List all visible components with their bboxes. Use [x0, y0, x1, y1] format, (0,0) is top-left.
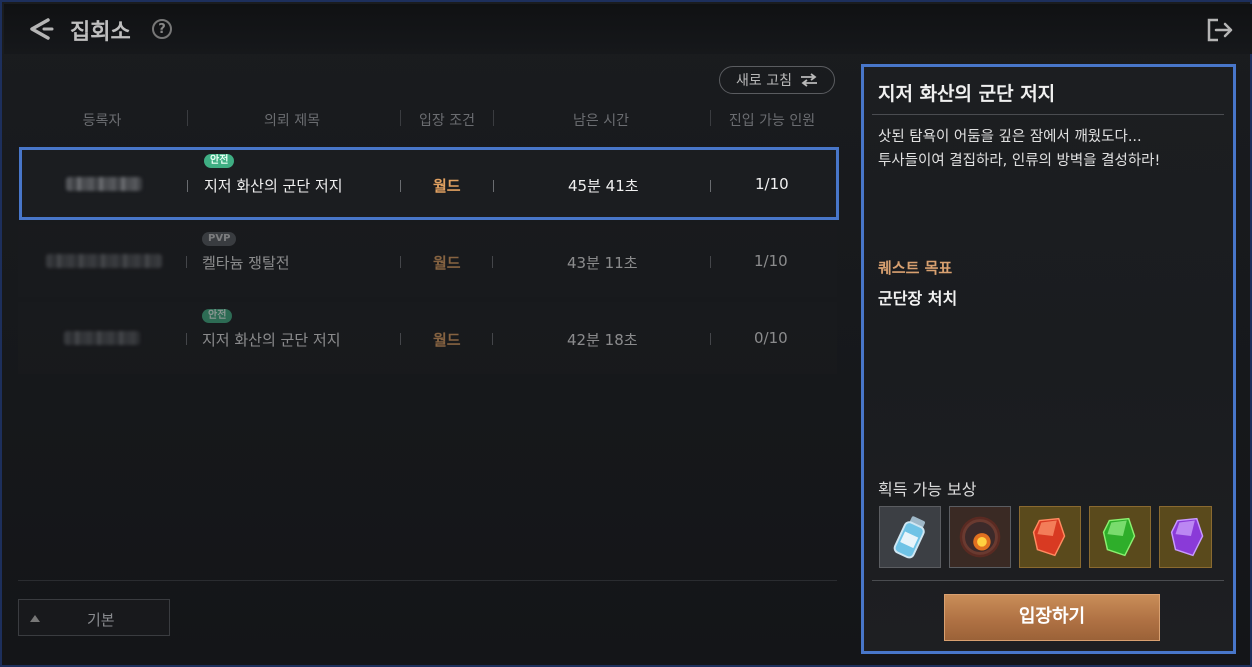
fire-orb-icon[interactable] — [949, 506, 1011, 568]
detail-divider — [872, 114, 1224, 115]
quest-detail-panel: 지저 화산의 군단 저지 삿된 탐욕이 어둠을 깊은 잠에서 깨웠도다... 투… — [861, 64, 1236, 654]
column-header-title: 의뢰 제목 — [264, 113, 320, 129]
row-condition: 월드 — [433, 331, 461, 349]
cell-divider — [492, 333, 493, 345]
safe-badge: 안전 — [204, 154, 235, 168]
detail-description-line: 투사들이여 결집하라, 인류의 방벽을 결성하라! — [878, 153, 1161, 169]
column-header-capacity: 진입 가능 인원 — [728, 113, 816, 129]
potion-vial-icon[interactable] — [879, 506, 941, 568]
header-divider — [493, 110, 494, 126]
back-arrow-icon[interactable] — [22, 12, 56, 46]
green-crystal-icon[interactable] — [1089, 506, 1151, 568]
triangle-up-icon — [30, 615, 40, 622]
sort-label: 기본 — [87, 611, 115, 629]
header-divider — [710, 110, 711, 126]
row-condition: 월드 — [433, 177, 461, 195]
cell-divider — [186, 256, 187, 268]
refresh-label: 새로 고침 — [736, 73, 792, 89]
cell-divider — [710, 333, 711, 345]
sort-dropdown[interactable]: 기본 — [18, 599, 170, 636]
column-header-registrant: 등록자 — [82, 113, 122, 129]
reward-label: 획득 가능 보상 — [878, 480, 977, 499]
help-icon[interactable]: ? — [152, 19, 172, 39]
purple-crystal-icon[interactable] — [1159, 506, 1212, 568]
refresh-button[interactable]: 새로 고침 — [719, 66, 835, 94]
row-condition: 월드 — [433, 254, 461, 272]
cell-divider — [400, 333, 401, 345]
header-divider — [400, 110, 401, 126]
cell-divider — [492, 256, 493, 268]
cell-divider — [400, 256, 401, 268]
row-capacity: 1/10 — [754, 252, 788, 270]
cell-divider — [710, 180, 711, 192]
quest-goal-label: 퀘스트 목표 — [878, 259, 953, 277]
cell-divider — [493, 180, 494, 192]
row-capacity: 0/10 — [754, 329, 788, 347]
cell-divider — [710, 256, 711, 268]
row-time: 43분 11초 — [567, 254, 638, 272]
cell-divider — [187, 180, 188, 192]
table-row[interactable]: 안전 지저 화산의 군단 저지 월드 45분 41초 1/10 — [19, 147, 839, 220]
top-bar: 집회소 ? — [4, 4, 1252, 54]
row-title: 지저 화산의 군단 저지 — [204, 177, 343, 195]
row-time: 42분 18초 — [567, 331, 638, 349]
safe-badge: 안전 — [202, 309, 233, 323]
swap-arrows-icon — [800, 73, 817, 87]
gathering-hall-window: 집회소 ? 새로 고침 등록자 의뢰 제목 입장 조건 남은 시간 진입 가능 … — [0, 0, 1252, 667]
detail-title: 지저 화산의 군단 저지 — [878, 83, 1056, 105]
cell-divider — [400, 180, 401, 192]
row-title: 지저 화산의 군단 저지 — [202, 331, 341, 349]
registrant-name-redacted — [66, 177, 142, 191]
red-crystal-icon[interactable] — [1019, 506, 1081, 568]
enter-button[interactable]: 입장하기 — [944, 594, 1160, 641]
quest-goal: 군단장 처치 — [878, 289, 958, 308]
pvp-badge: PVP — [202, 232, 237, 246]
table-row[interactable]: PVP 켈타늄 쟁탈전 월드 43분 11초 1/10 — [18, 225, 837, 297]
column-header-condition: 입장 조건 — [419, 113, 475, 129]
cell-divider — [186, 333, 187, 345]
table-row[interactable]: 안전 지저 화산의 군단 저지 월드 42분 18초 0/10 — [18, 302, 837, 374]
row-time: 45분 41초 — [568, 177, 639, 195]
header-divider — [187, 110, 188, 126]
column-header-time: 남은 시간 — [573, 113, 629, 129]
list-footer-divider — [18, 580, 837, 581]
registrant-name-redacted — [64, 331, 140, 345]
detail-divider — [872, 580, 1224, 581]
registrant-name-redacted — [46, 254, 162, 268]
page-title: 집회소 — [70, 20, 131, 45]
row-capacity: 1/10 — [755, 175, 789, 193]
exit-icon[interactable] — [1206, 17, 1234, 43]
row-title: 켈타늄 쟁탈전 — [202, 254, 290, 272]
detail-description-line: 삿된 탐욕이 어둠을 깊은 잠에서 깨웠도다... — [878, 129, 1142, 145]
